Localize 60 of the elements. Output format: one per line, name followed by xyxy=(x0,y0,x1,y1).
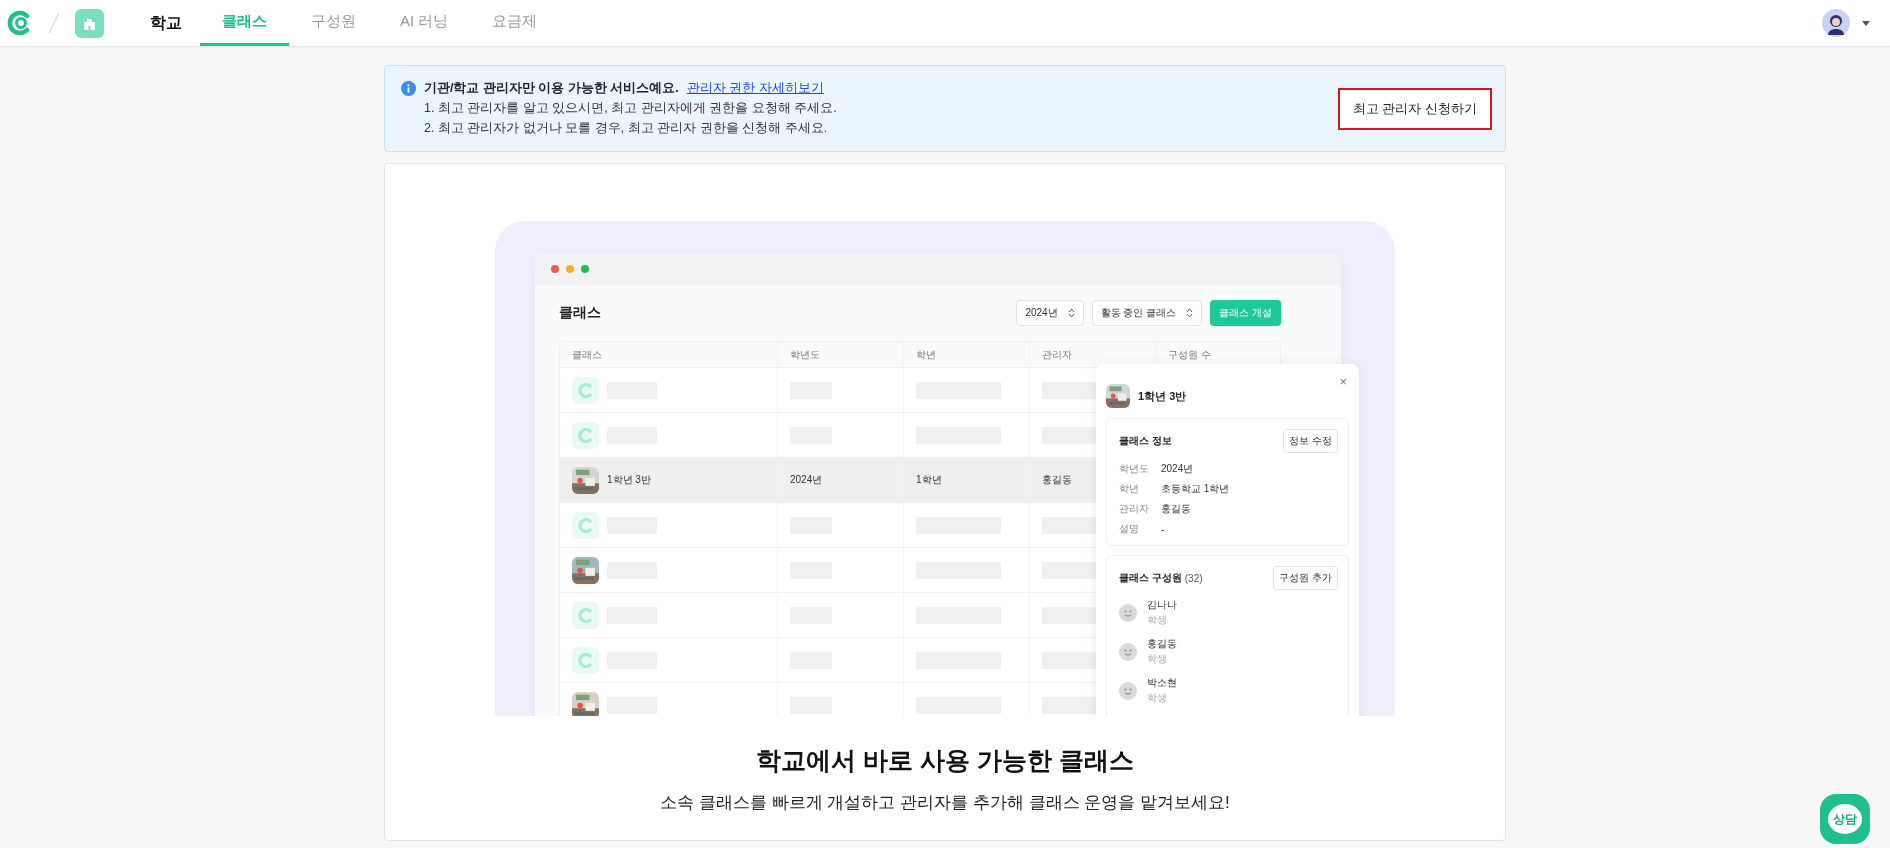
section-title: 클래스 구성원 xyxy=(1119,571,1182,585)
field-value: 초등학교 1학년 xyxy=(1161,482,1230,496)
details-link[interactable]: 관리자 권한 자세히보기 xyxy=(686,80,824,97)
class-logo-icon xyxy=(572,511,599,539)
member-name: 김나나 xyxy=(1147,598,1177,612)
member-role: 학생 xyxy=(1147,691,1168,705)
edit-button[interactable]: 정보 수정 xyxy=(1283,429,1338,453)
placeholder-bar xyxy=(1042,606,1097,624)
class-logo-icon xyxy=(572,376,599,404)
member-role: 학생 xyxy=(1147,652,1168,666)
smiley-icon xyxy=(1119,642,1137,661)
member-name: 박소현 xyxy=(1147,676,1177,690)
field-label: 관리자 xyxy=(1119,502,1150,516)
apply-button[interactable]: 최고 관리자 신청하기 xyxy=(1337,87,1492,130)
page-title: 클래스 xyxy=(559,304,601,322)
notice-step: 1. 최고 관리자를 알고 있으시면, 최고 관리자에게 권한을 요청해 주세요. xyxy=(401,100,837,117)
member-role: 학생 xyxy=(1147,613,1168,627)
placeholder-bar xyxy=(1042,381,1097,399)
column-header: 클래스 xyxy=(560,342,778,367)
smiley-icon xyxy=(1119,681,1137,700)
class-logo-icon xyxy=(572,646,599,674)
table-cell: 1학년 xyxy=(916,473,942,487)
field-value: 2024년 xyxy=(1161,462,1194,476)
column-header: 학년도 xyxy=(778,342,904,367)
placeholder-bar xyxy=(1042,561,1097,579)
caret-icon xyxy=(1862,20,1870,26)
notice-step: 2. 최고 관리자가 없거나 모를 경우, 최고 관리자 권한을 신청해 주세요. xyxy=(401,120,837,137)
school-name[interactable]: 학교 xyxy=(150,12,182,34)
smiley-icon xyxy=(1119,603,1137,622)
slash-icon xyxy=(47,10,61,36)
table-cell: 1학년 3반 xyxy=(607,473,651,487)
placeholder-bar xyxy=(1042,651,1097,669)
placeholder-bar xyxy=(1042,426,1097,444)
add-member-button[interactable]: 구성원 추가 xyxy=(1273,566,1338,590)
table-cell: 홍길동 xyxy=(1042,473,1072,487)
panel-title: 1학년 3반 xyxy=(1138,388,1187,404)
placeholder-bar xyxy=(1042,516,1097,534)
sort-icon xyxy=(1186,308,1194,318)
table-cell: 2024년 xyxy=(790,473,823,487)
info-icon xyxy=(401,81,416,96)
field-label: 학년 xyxy=(1119,482,1140,496)
class-logo-icon xyxy=(572,421,599,449)
field-label: 학년도 xyxy=(1119,462,1150,476)
avatar-icon xyxy=(1822,9,1850,37)
member-name: 홍길동 xyxy=(1147,637,1177,651)
field-label: 설명 xyxy=(1119,522,1140,536)
field-value: 홍길동 xyxy=(1161,502,1191,516)
sort-icon xyxy=(1067,308,1075,318)
subtitle: 소속 클래스를 빠르게 개설하고 관리자를 추가해 클래스 운영을 맡겨보세요! xyxy=(660,792,1230,814)
dropdown[interactable]: 2024년 xyxy=(1016,300,1084,326)
section-title: 클래스 정보 xyxy=(1119,434,1172,448)
close-button[interactable]: × xyxy=(1339,374,1347,389)
building-icon xyxy=(75,8,104,38)
dropdown[interactable]: 활동 중인 클래스 xyxy=(1091,300,1203,326)
column-header: 학년 xyxy=(904,342,1030,367)
notice-title: 기관/학교 관리자만 이용 가능한 서비스예요. xyxy=(424,80,679,97)
heading: 학교에서 바로 사용 가능한 클래스 xyxy=(756,745,1134,776)
field-value: - xyxy=(1161,523,1165,535)
class-logo-icon xyxy=(572,601,599,629)
member-count: (32) xyxy=(1184,572,1203,584)
